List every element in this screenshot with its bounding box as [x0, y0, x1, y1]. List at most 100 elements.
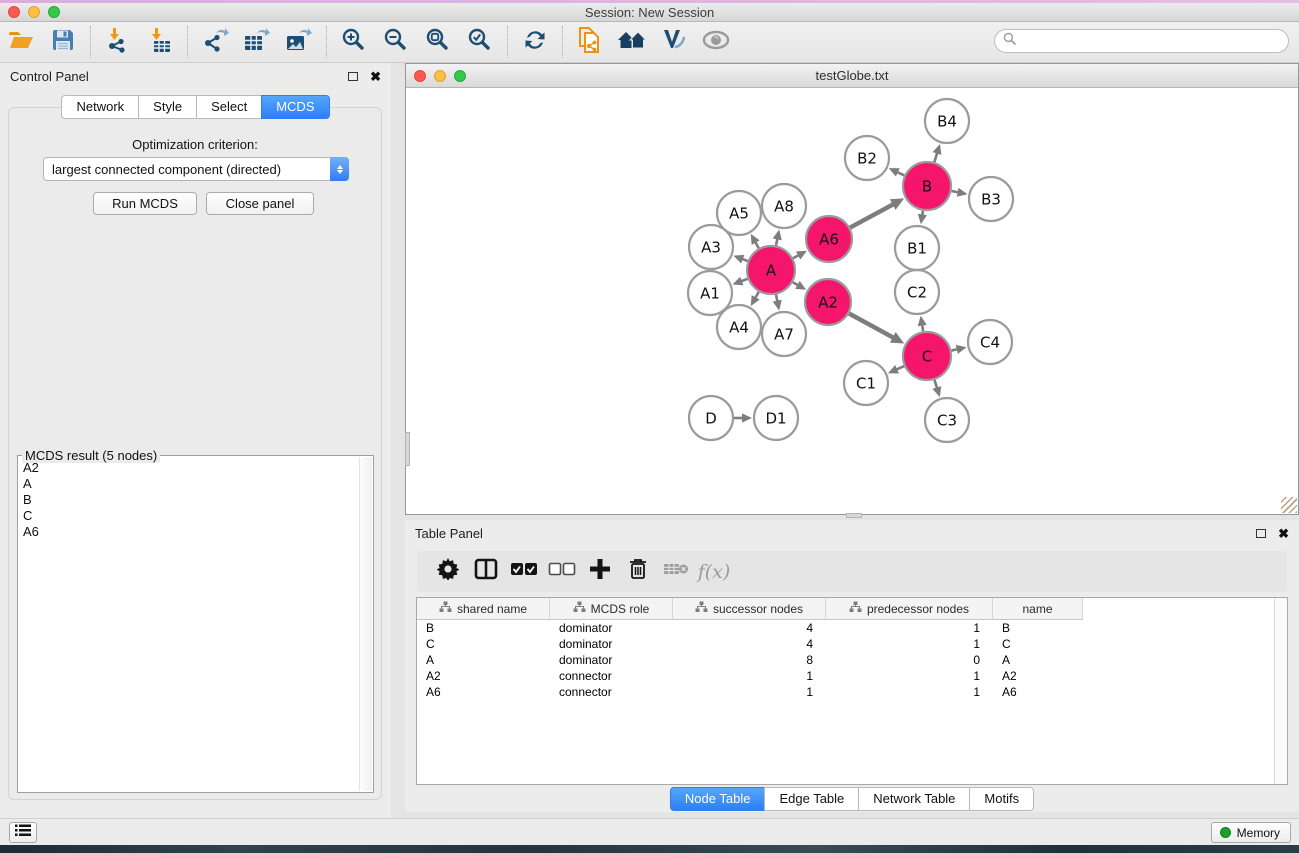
graph-edge-A-A7[interactable]: [773, 294, 782, 310]
table-scrollbar[interactable]: [1274, 598, 1287, 784]
graph-node-C4[interactable]: C4: [968, 320, 1012, 364]
refresh-view-button[interactable]: [514, 25, 556, 59]
mcds-result-scrollbar[interactable]: [359, 457, 372, 791]
close-panel-icon[interactable]: ✖: [370, 70, 381, 83]
column-header-name[interactable]: name: [993, 598, 1083, 620]
close-panel-button[interactable]: Close panel: [206, 192, 314, 215]
function-builder-button[interactable]: f(x): [695, 555, 733, 589]
search-field[interactable]: [994, 29, 1289, 53]
network-resize-grip[interactable]: [1281, 497, 1297, 513]
graph-edge-A-A6[interactable]: [793, 251, 807, 260]
delete-table-button[interactable]: [657, 555, 695, 589]
table-row[interactable]: Cdominator41C: [417, 636, 1287, 652]
close-panel-icon[interactable]: ✖: [1278, 527, 1289, 540]
apply-style-button[interactable]: [653, 25, 695, 59]
graph-node-D[interactable]: D: [689, 396, 733, 440]
zoom-out-button[interactable]: [375, 25, 417, 59]
add-row-button[interactable]: [581, 555, 619, 589]
graph-edge-A2-C[interactable]: [849, 313, 904, 343]
graph-edge-C-C1[interactable]: [888, 365, 904, 373]
graph-node-C1[interactable]: C1: [844, 361, 888, 405]
graph-edge-C-C4[interactable]: [951, 345, 966, 354]
float-panel-icon[interactable]: [1256, 529, 1266, 538]
save-session-button[interactable]: [42, 25, 84, 59]
zoom-fit-button[interactable]: [417, 25, 459, 59]
tab-style[interactable]: Style: [138, 95, 196, 119]
table-row[interactable]: Adominator80A: [417, 652, 1287, 668]
tab-edge-table[interactable]: Edge Table: [764, 787, 858, 811]
tab-node-table[interactable]: Node Table: [670, 787, 765, 811]
mcds-result-item[interactable]: A2: [19, 460, 359, 476]
zoom-in-button[interactable]: [333, 25, 375, 59]
network-window-titlebar[interactable]: testGlobe.txt: [406, 64, 1298, 88]
graph-node-A3[interactable]: A3: [689, 225, 733, 269]
tab-network-table[interactable]: Network Table: [858, 787, 969, 811]
import-network-button[interactable]: [97, 25, 139, 59]
tab-select[interactable]: Select: [196, 95, 261, 119]
graph-node-C3[interactable]: C3: [925, 398, 969, 442]
table-options-button[interactable]: [429, 555, 467, 589]
show-all-views-button[interactable]: [611, 25, 653, 59]
open-session-button[interactable]: [0, 25, 42, 59]
export-network-button[interactable]: [194, 25, 236, 59]
graph-node-D1[interactable]: D1: [754, 396, 798, 440]
column-header-predecessor-nodes[interactable]: predecessor nodes: [826, 598, 993, 620]
tab-motifs[interactable]: Motifs: [969, 787, 1034, 811]
run-mcds-button[interactable]: Run MCDS: [93, 192, 197, 215]
export-table-button[interactable]: [236, 25, 278, 59]
network-graph-canvas[interactable]: B4B2BB3B1A5A8A6A3AA1C2A4A7A2CC4C1C3DD1: [406, 88, 1298, 514]
graph-node-B3[interactable]: B3: [969, 177, 1013, 221]
graph-edge-C-C3[interactable]: [932, 380, 941, 397]
show-columns-button[interactable]: [467, 555, 505, 589]
tab-network[interactable]: Network: [61, 95, 138, 119]
graph-edge-A-A4[interactable]: [751, 292, 760, 306]
mcds-result-item[interactable]: A: [19, 476, 359, 492]
deselect-all-button[interactable]: [543, 555, 581, 589]
graph-edge-C-C2[interactable]: [918, 316, 927, 332]
column-header-successor-nodes[interactable]: successor nodes: [673, 598, 826, 620]
graph-edge-B-B4[interactable]: [933, 144, 942, 162]
network-left-splitter-grip[interactable]: [405, 432, 410, 466]
graph-node-C[interactable]: C: [903, 332, 951, 380]
network-bottom-splitter-grip[interactable]: [846, 513, 862, 518]
graph-edge-B-B2[interactable]: [889, 168, 905, 176]
criterion-dropdown[interactable]: largest connected component (directed): [43, 157, 349, 181]
mcds-result-item[interactable]: A6: [19, 524, 359, 540]
graph-node-A4[interactable]: A4: [717, 305, 761, 349]
graph-edge-A-A8[interactable]: [773, 230, 782, 246]
graph-node-B[interactable]: B: [903, 162, 951, 210]
zoom-selected-button[interactable]: [459, 25, 501, 59]
graph-edge-A-A3[interactable]: [733, 255, 747, 264]
graph-node-A2[interactable]: A2: [805, 279, 851, 325]
table-row[interactable]: Bdominator41B: [417, 620, 1287, 636]
graph-node-A[interactable]: A: [747, 246, 795, 294]
mcds-result-item[interactable]: C: [19, 508, 359, 524]
graph-node-B4[interactable]: B4: [925, 99, 969, 143]
tab-mcds[interactable]: MCDS: [261, 95, 329, 119]
graph-edge-A-A1[interactable]: [732, 277, 747, 286]
delete-row-button[interactable]: [619, 555, 657, 589]
mcds-result-item[interactable]: B: [19, 492, 359, 508]
import-table-button[interactable]: [139, 25, 181, 59]
graph-edge-B-B3[interactable]: [951, 188, 967, 197]
graph-node-A7[interactable]: A7: [762, 312, 806, 356]
column-header-shared-name[interactable]: shared name: [417, 598, 550, 620]
float-panel-icon[interactable]: [348, 72, 358, 81]
export-image-button[interactable]: [278, 25, 320, 59]
graph-node-B1[interactable]: B1: [895, 226, 939, 270]
table-row[interactable]: A6connector11A6: [417, 684, 1287, 700]
graph-node-C2[interactable]: C2: [895, 270, 939, 314]
show-hide-button[interactable]: [695, 25, 737, 59]
graph-node-A8[interactable]: A8: [762, 184, 806, 228]
column-header-mcds-role[interactable]: MCDS role: [550, 598, 673, 620]
memory-button[interactable]: Memory: [1211, 822, 1291, 843]
graph-edge-A6-B[interactable]: [850, 198, 904, 227]
graph-edge-B-B1[interactable]: [918, 211, 927, 225]
select-all-button[interactable]: [505, 555, 543, 589]
graph-edge-D-D1[interactable]: [734, 413, 752, 422]
search-input[interactable]: [1021, 34, 1288, 48]
table-row[interactable]: A2connector11A2: [417, 668, 1287, 684]
clone-network-button[interactable]: [569, 25, 611, 59]
graph-node-B2[interactable]: B2: [845, 136, 889, 180]
task-history-button[interactable]: [9, 822, 37, 843]
